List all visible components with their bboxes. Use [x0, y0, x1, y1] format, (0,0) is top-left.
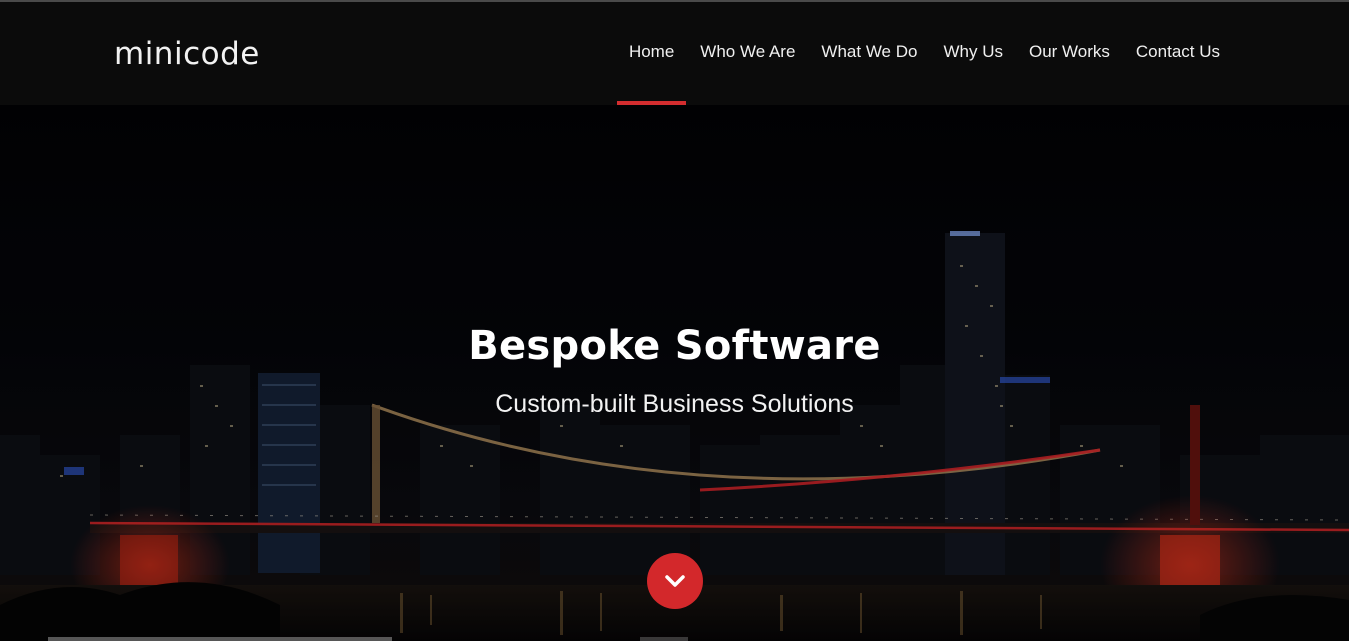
main-nav: Home Who We Are What We Do Why Us Our Wo…	[616, 2, 1233, 105]
site-header: minicode Home Who We Are What We Do Why …	[0, 2, 1349, 105]
hero-section: Bespoke Software Custom-built Business S…	[0, 105, 1349, 641]
nav-item-label: What We Do	[821, 41, 918, 61]
nav-item-label: Why Us	[943, 41, 1003, 61]
nav-item-label: Who We Are	[700, 41, 796, 61]
nav-item-home[interactable]: Home	[616, 2, 687, 105]
hero-title: Bespoke Software	[468, 323, 881, 369]
decorative-strip	[48, 637, 392, 641]
nav-item-label: Contact Us	[1135, 41, 1220, 61]
nav-item-who-we-are[interactable]: Who We Are	[688, 2, 807, 105]
hero-subtitle: Custom-built Business Solutions	[495, 390, 854, 418]
nav-item-why-us[interactable]: Why Us	[931, 2, 1015, 105]
nav-item-our-works[interactable]: Our Works	[1017, 2, 1122, 105]
nav-item-what-we-do[interactable]: What We Do	[809, 2, 929, 105]
scroll-down-button[interactable]	[647, 553, 703, 609]
nav-item-contact-us[interactable]: Contact Us	[1124, 2, 1232, 105]
nav-item-label: Our Works	[1028, 41, 1110, 61]
chevron-down-icon	[665, 575, 685, 587]
site-logo[interactable]: minicode	[114, 36, 260, 72]
nav-item-label: Home	[628, 41, 675, 61]
active-indicator	[616, 101, 687, 105]
decorative-strip	[640, 637, 688, 641]
